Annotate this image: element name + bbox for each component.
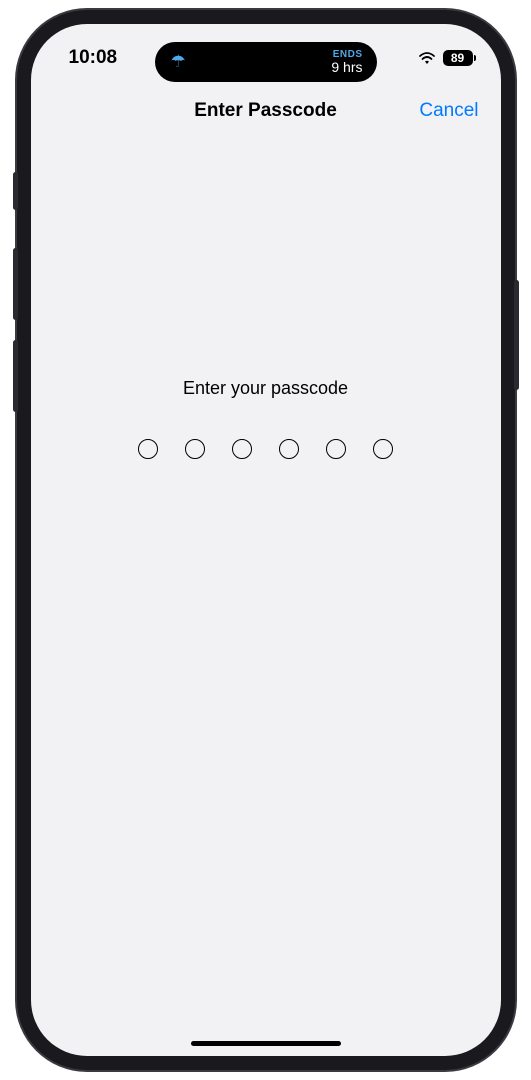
passcode-digit-2 — [185, 439, 205, 459]
status-time: 10:08 — [69, 47, 149, 69]
battery-indicator: 89 — [443, 50, 473, 66]
passcode-digit-3 — [232, 439, 252, 459]
phone-screen: 10:08 ☂ ENDS 9 hrs 89 — [31, 24, 501, 1056]
passcode-digit-4 — [279, 439, 299, 459]
passcode-digit-5 — [326, 439, 346, 459]
silence-switch — [13, 172, 18, 210]
battery-percentage: 89 — [451, 51, 464, 65]
wifi-icon — [418, 51, 436, 65]
passcode-digit-6 — [373, 439, 393, 459]
main-content: Enter your passcode — [31, 140, 501, 459]
passcode-prompt: Enter your passcode — [183, 378, 348, 399]
volume-up-button — [13, 248, 18, 320]
phone-frame: 10:08 ☂ ENDS 9 hrs 89 — [17, 10, 515, 1070]
status-right: 89 — [418, 50, 473, 66]
page-title: Enter Passcode — [194, 100, 337, 122]
power-button — [514, 280, 519, 390]
cancel-button[interactable]: Cancel — [419, 100, 478, 122]
navigation-bar: Enter Passcode Cancel — [31, 82, 501, 140]
passcode-input[interactable] — [138, 439, 393, 459]
passcode-digit-1 — [138, 439, 158, 459]
island-info: ENDS 9 hrs — [331, 50, 362, 74]
dynamic-island[interactable]: ☂ ENDS 9 hrs — [155, 42, 377, 82]
umbrella-icon: ☂ — [171, 52, 186, 72]
home-indicator[interactable] — [191, 1041, 341, 1046]
island-time-remaining: 9 hrs — [331, 60, 362, 74]
volume-down-button — [13, 340, 18, 412]
status-bar: 10:08 ☂ ENDS 9 hrs 89 — [31, 24, 501, 82]
